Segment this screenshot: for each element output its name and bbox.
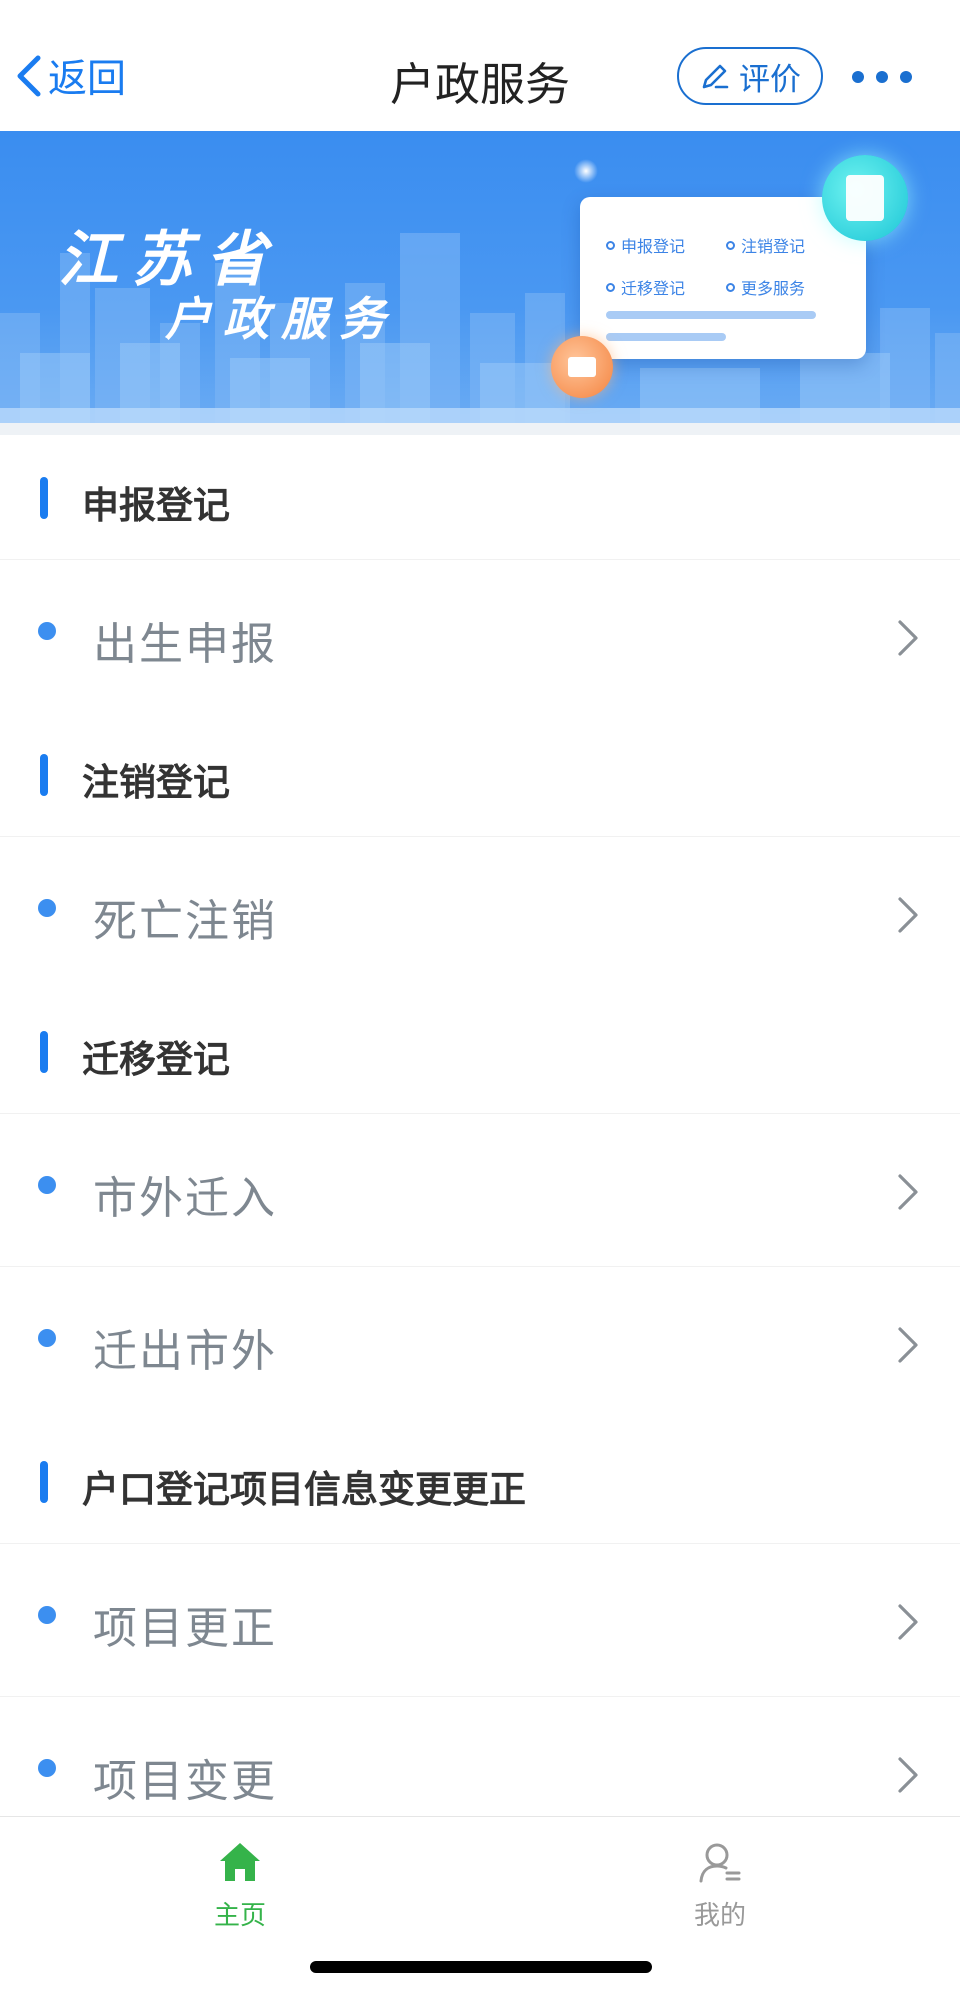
section-header-cancellation: 注销登记	[0, 712, 960, 837]
bullet-icon	[38, 1759, 56, 1777]
tab-label: 我的	[693, 1901, 746, 1931]
list-item-move-out[interactable]: 迁出市外	[0, 1267, 960, 1419]
card-item: 迁移登记	[606, 275, 685, 299]
bullet-icon	[38, 1176, 56, 1194]
more-dot-icon	[900, 71, 912, 83]
card-item: 申报登记	[606, 233, 685, 257]
section-accent-bar	[40, 1031, 48, 1073]
service-list: 申报登记 出生申报 注销登记 死亡注销 迁移登记 市外迁入 迁出市外 户口登记项…	[0, 435, 960, 1849]
navigation-bar: 返回 户政服务 评价	[0, 0, 960, 131]
card-placeholder-line	[606, 311, 816, 319]
section-title: 申报登记	[82, 484, 230, 527]
card-item: 注销登记	[726, 233, 805, 257]
sparkle-decoration	[574, 159, 598, 183]
chevron-right-icon	[898, 1757, 918, 1793]
more-dot-icon	[852, 71, 864, 83]
list-item-item-correction[interactable]: 项目更正	[0, 1544, 960, 1697]
list-item-label: 出生申报	[93, 619, 277, 670]
document-icon	[822, 155, 908, 241]
section-title: 注销登记	[82, 761, 230, 804]
service-banner: 江苏省 户政服务 申报登记 注销登记 迁移登记 更多服务	[0, 131, 960, 423]
list-item-birth-declaration[interactable]: 出生申报	[0, 560, 960, 712]
rate-label: 评价	[739, 61, 801, 98]
list-item-label: 项目更正	[93, 1603, 277, 1654]
list-item-label: 迁出市外	[93, 1326, 277, 1377]
bullet-icon	[38, 622, 56, 640]
divider	[0, 423, 960, 435]
tab-label: 主页	[213, 1901, 266, 1931]
section-header-info-change: 户口登记项目信息变更更正	[0, 1419, 960, 1544]
card-placeholder-line	[606, 333, 726, 341]
edit-pencil-icon	[702, 64, 729, 89]
list-item-label: 市外迁入	[93, 1173, 277, 1224]
chevron-right-icon	[898, 1327, 918, 1363]
chevron-right-icon	[898, 1174, 918, 1210]
chevron-right-icon	[898, 897, 918, 933]
section-accent-bar	[40, 1461, 48, 1503]
list-item-move-in[interactable]: 市外迁入	[0, 1114, 960, 1267]
section-title: 迁移登记	[82, 1038, 230, 1081]
banner-title-service: 户政服务	[165, 292, 397, 346]
bullet-icon	[38, 1329, 56, 1347]
more-dot-icon	[876, 71, 888, 83]
bullet-icon	[38, 1606, 56, 1624]
user-profile-icon	[699, 1843, 741, 1883]
tab-home[interactable]: 主页	[140, 1839, 340, 1932]
section-accent-bar	[40, 477, 48, 519]
chevron-right-icon	[898, 620, 918, 656]
list-item-label: 死亡注销	[93, 896, 277, 947]
list-item-death-cancellation[interactable]: 死亡注销	[0, 837, 960, 989]
card-item: 更多服务	[726, 275, 805, 299]
id-card-icon	[551, 336, 613, 398]
tab-mine[interactable]: 我的	[620, 1839, 820, 1932]
home-icon	[220, 1843, 260, 1881]
section-accent-bar	[40, 754, 48, 796]
rate-button[interactable]: 评价	[677, 47, 823, 105]
section-header-declaration: 申报登记	[0, 435, 960, 560]
bullet-icon	[38, 899, 56, 917]
list-item-label: 项目变更	[93, 1756, 277, 1807]
home-indicator	[310, 1961, 652, 1973]
more-options-button[interactable]	[852, 64, 912, 90]
section-title: 户口登记项目信息变更更正	[82, 1468, 526, 1511]
banner-service-card: 申报登记 注销登记 迁移登记 更多服务	[580, 197, 866, 359]
section-header-migration: 迁移登记	[0, 989, 960, 1114]
chevron-right-icon	[898, 1604, 918, 1640]
